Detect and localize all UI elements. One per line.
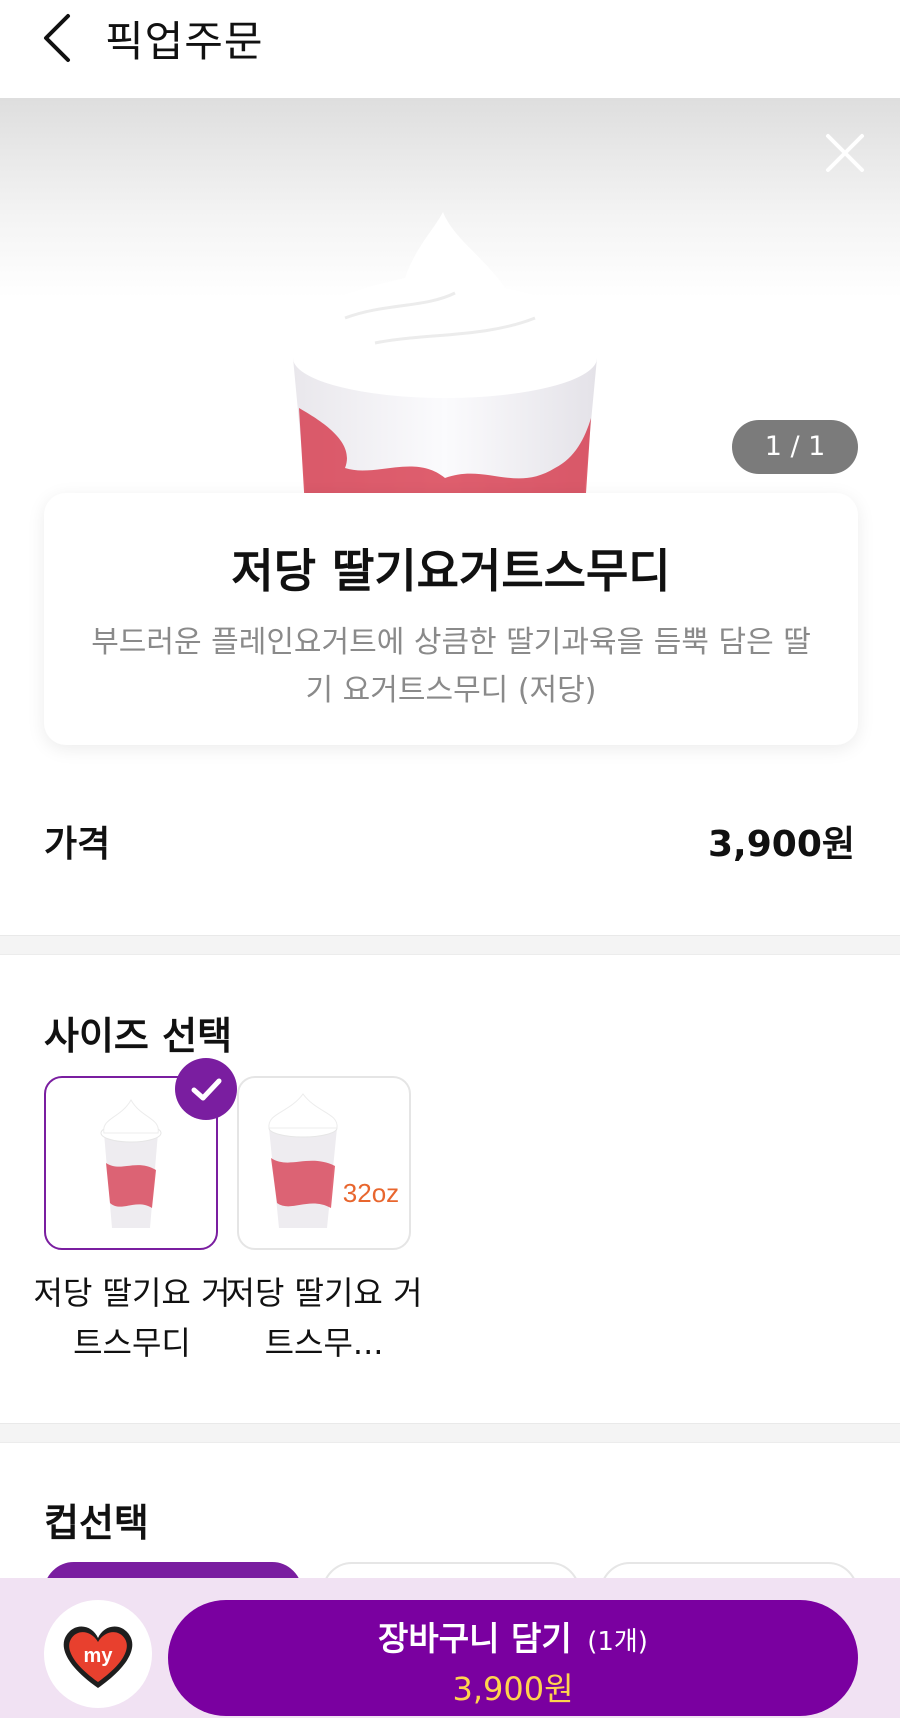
heart-icon: my bbox=[63, 1626, 133, 1688]
size-option-32oz[interactable]: 32oz bbox=[237, 1076, 411, 1250]
cart-button-line: 장바구니 담기 (1개) bbox=[168, 1612, 858, 1660]
back-button[interactable] bbox=[40, 12, 80, 64]
price-label: 가격 bbox=[44, 824, 111, 865]
add-to-cart-button[interactable]: 장바구니 담기 (1개) 3,900원 bbox=[168, 1600, 858, 1716]
cart-label: 장바구니 담기 bbox=[378, 1619, 572, 1658]
check-icon bbox=[191, 1078, 222, 1101]
cup-section-title: 컵선택 bbox=[44, 1501, 149, 1545]
my-label: my bbox=[84, 1645, 114, 1667]
size-option-label: 저당 딸기요 거트스무... bbox=[225, 1274, 423, 1362]
product-description: 부드러운 플레인요거트에 상큼한 딸기과육을 듬뿍 담은 딸기 요거트스무디 (… bbox=[91, 625, 811, 708]
close-icon bbox=[826, 134, 864, 172]
size-section-title: 사이즈 선택 bbox=[44, 1014, 233, 1058]
product-info-card: 저당 딸기요거트스무디 부드러운 플레인요거트에 상큼한 딸기과육을 듬뿍 담은… bbox=[44, 493, 858, 745]
product-name: 저당 딸기요거트스무디 bbox=[231, 544, 671, 598]
size-option-label: 저당 딸기요 거트스무디 bbox=[33, 1274, 231, 1362]
cart-count: (1개) bbox=[587, 1627, 648, 1657]
close-button[interactable] bbox=[822, 130, 868, 176]
size-badge: 32oz bbox=[343, 1178, 399, 1208]
product-image: theVenti bbox=[293, 212, 597, 493]
cart-price: 3,900원 bbox=[452, 1670, 574, 1708]
section-divider bbox=[0, 935, 900, 955]
section-divider bbox=[0, 1423, 900, 1443]
price-value: 3,900원 bbox=[708, 824, 855, 865]
chevron-left-icon bbox=[44, 14, 70, 62]
drink-thumbnail: 32oz bbox=[268, 1093, 399, 1228]
image-page-counter: 1 / 1 bbox=[732, 420, 858, 474]
my-favorites-button[interactable]: my bbox=[44, 1600, 152, 1708]
page-title: 픽업주문 bbox=[105, 17, 264, 66]
top-header: 픽업주문 bbox=[0, 0, 900, 98]
selected-check-badge bbox=[175, 1058, 237, 1120]
